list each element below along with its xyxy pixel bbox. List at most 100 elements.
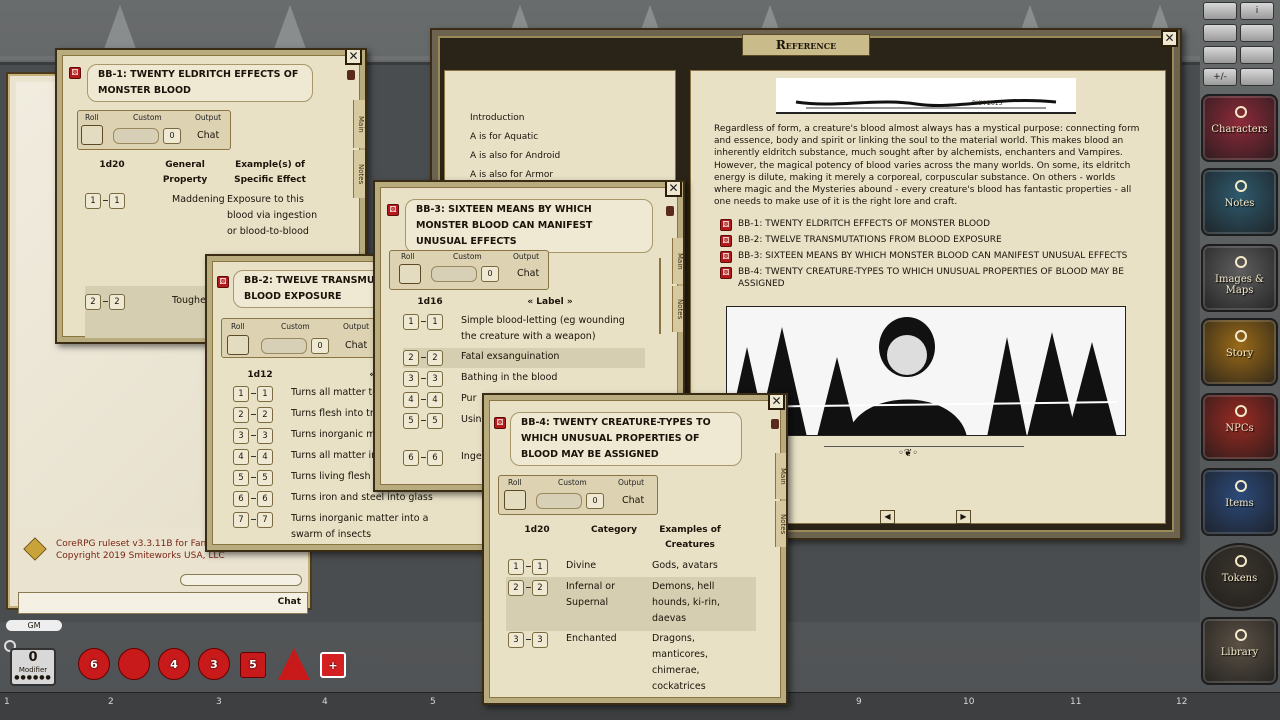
col-dice: 1d20 <box>524 525 550 535</box>
modifier-box[interactable]: 0 Modifier ●●●●●● <box>10 648 56 686</box>
toc-item[interactable]: Introduction <box>470 113 525 123</box>
close-button[interactable]: ✕ <box>665 182 682 197</box>
custom-dice-field[interactable] <box>113 128 159 144</box>
custom-value[interactable]: 0 <box>311 338 329 354</box>
table-row-examples: Demons, hell hounds, ki-rin, daevas <box>652 581 721 624</box>
toc-item[interactable]: A is for Aquatic <box>470 132 538 142</box>
table-link[interactable]: BB-2: TWELVE TRANSMUTATIONS FROM BLOOD E… <box>738 234 1148 246</box>
toolbar-button[interactable] <box>1203 2 1237 20</box>
range-row[interactable]: 33 <box>233 428 273 444</box>
scrollbar[interactable] <box>659 258 661 334</box>
die-d8-icon[interactable]: 3 <box>198 648 230 680</box>
range-row[interactable]: 33 <box>508 632 548 648</box>
output-label: Output <box>343 322 370 331</box>
table-link-icon[interactable]: ⚄ <box>720 235 732 247</box>
toolbar-button[interactable] <box>1203 24 1237 42</box>
close-button[interactable]: ✕ <box>1161 30 1178 47</box>
sidebar-notes-button[interactable]: Notes <box>1201 168 1278 236</box>
range-row[interactable]: 33 <box>403 371 443 387</box>
custom-dice-field[interactable] <box>536 493 582 509</box>
lock-icon[interactable] <box>771 419 779 429</box>
tab-notes[interactable]: Notes <box>353 150 365 198</box>
roll-dice-button[interactable] <box>504 490 526 510</box>
lock-icon[interactable] <box>347 70 355 80</box>
chat-mode-label[interactable]: Chat <box>278 597 301 607</box>
modifier-value[interactable]: 0 <box>12 650 54 666</box>
range-row[interactable]: 22 <box>233 407 273 423</box>
roll-dice-button[interactable] <box>399 264 421 284</box>
tab-main[interactable]: Main <box>672 238 683 284</box>
sidebar-story-button[interactable]: Story <box>1201 318 1278 386</box>
range-row[interactable]: 55 <box>233 470 273 486</box>
toc-item[interactable]: A is also for Android <box>470 151 560 161</box>
toolbar-button[interactable] <box>1240 68 1274 86</box>
output-select[interactable]: Chat <box>517 266 539 282</box>
close-button[interactable]: ✕ <box>345 50 362 65</box>
toolbar-button[interactable] <box>1203 46 1237 64</box>
custom-value[interactable]: 0 <box>163 128 181 144</box>
tab-main[interactable]: Main <box>353 100 365 148</box>
col-category: Category <box>590 525 637 535</box>
toolbar-button[interactable]: +/- <box>1203 68 1237 86</box>
range-row[interactable]: 77 <box>233 512 273 528</box>
range-row[interactable]: 55 <box>403 413 443 429</box>
tab-main[interactable]: Main <box>775 453 786 499</box>
custom-dice-field[interactable] <box>431 266 477 282</box>
range-row[interactable]: 22 <box>508 580 548 596</box>
sidebar-images-maps-button[interactable]: Images & Maps <box>1201 244 1278 312</box>
toolbar-button[interactable] <box>1240 46 1274 64</box>
tab-notes[interactable]: Notes <box>672 286 683 332</box>
bb1-title: BB-1: TWENTY ELDRITCH EFFECTS OF MONSTER… <box>87 64 313 102</box>
output-label: Output <box>195 113 222 122</box>
range-row-2[interactable]: 22 <box>85 294 125 310</box>
chat-input[interactable]: Chat <box>18 592 308 614</box>
table-link[interactable]: BB-1: TWENTY ELDRITCH EFFECTS OF MONSTER… <box>738 218 1148 230</box>
range-row[interactable]: 44 <box>403 392 443 408</box>
next-page-button[interactable]: ▶ <box>956 510 971 524</box>
previous-page-button[interactable]: ◀ <box>880 510 895 524</box>
toc-item[interactable]: A is also for Armor <box>470 170 553 180</box>
die-d10-icon[interactable]: 4 <box>158 648 190 680</box>
tab-notes[interactable]: Notes <box>775 501 786 547</box>
table-link-icon[interactable]: ⚄ <box>720 267 732 279</box>
output-select[interactable]: Chat <box>345 338 367 354</box>
sidebar-characters-button[interactable]: Characters <box>1201 94 1278 162</box>
output-select[interactable]: Chat <box>622 493 644 509</box>
range-row-1[interactable]: 11 <box>85 193 125 209</box>
table-row-text: Simple blood-letting (eg wounding the cr… <box>461 315 625 342</box>
sidebar-emblem-icon <box>1235 330 1247 342</box>
range-row[interactable]: 66 <box>233 491 273 507</box>
chat-mode-select[interactable] <box>180 574 302 586</box>
table-link[interactable]: BB-3: SIXTEEN MEANS BY WHICH MONSTER BLO… <box>738 250 1148 262</box>
table-link[interactable]: BB-4: TWENTY CREATURE-TYPES TO WHICH UNU… <box>738 266 1148 290</box>
table-link-icon[interactable]: ⚄ <box>720 219 732 231</box>
close-button[interactable]: ✕ <box>768 395 785 410</box>
sidebar-library-button[interactable]: Library <box>1201 617 1278 685</box>
die-custom-icon[interactable]: + <box>320 652 346 678</box>
output-select[interactable]: Chat <box>197 128 219 144</box>
grid-number: 2 <box>108 697 114 707</box>
toolbar-button[interactable] <box>1240 24 1274 42</box>
sidebar-npcs-button[interactable]: NPCs <box>1201 393 1278 461</box>
range-row[interactable]: 22 <box>403 350 443 366</box>
sidebar-items-button[interactable]: Items <box>1201 468 1278 536</box>
custom-value[interactable]: 0 <box>481 266 499 282</box>
toolbar-button[interactable]: i <box>1240 2 1274 20</box>
table-link-icon[interactable]: ⚄ <box>720 251 732 263</box>
grid-number: 1 <box>4 697 10 707</box>
custom-dice-field[interactable] <box>261 338 307 354</box>
sidebar-tokens-button[interactable]: Tokens <box>1201 543 1278 611</box>
die-d20-icon[interactable]: 6 <box>78 648 110 680</box>
range-row[interactable]: 11 <box>403 314 443 330</box>
custom-value[interactable]: 0 <box>586 493 604 509</box>
die-d12-icon[interactable] <box>118 648 150 680</box>
range-row[interactable]: 11 <box>233 386 273 402</box>
roll-dice-button[interactable] <box>81 125 103 145</box>
die-d6-icon[interactable]: 5 <box>240 652 266 678</box>
range-row[interactable]: 66 <box>403 450 443 466</box>
range-row[interactable]: 44 <box>233 449 273 465</box>
range-row[interactable]: 11 <box>508 559 548 575</box>
roll-dice-button[interactable] <box>227 335 249 355</box>
bb4-title: BB-4: TWENTY CREATURE-TYPES TO WHICH UNU… <box>510 412 742 466</box>
lock-icon[interactable] <box>666 206 674 216</box>
